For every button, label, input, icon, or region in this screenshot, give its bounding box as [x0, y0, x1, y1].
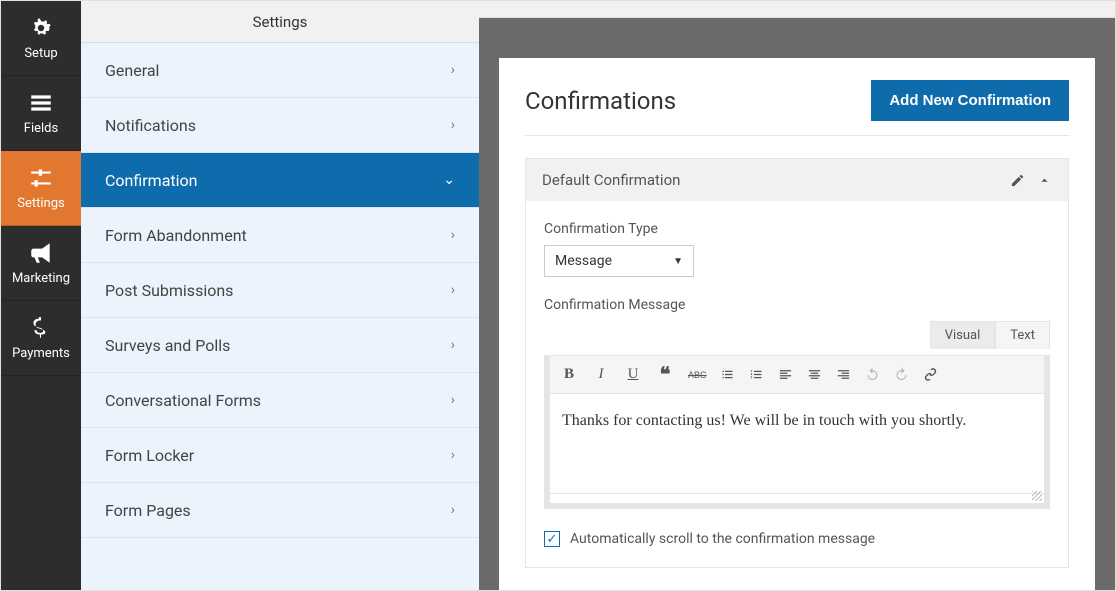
undo-icon[interactable] — [865, 367, 880, 382]
settings-list: General › Notifications › Confirmation ⌄ Fo… — [81, 43, 479, 590]
settings-item-post-submissions[interactable]: Post Submissions › — [81, 263, 479, 318]
chevron-up-icon[interactable] — [1037, 173, 1052, 188]
settings-item-label: Confirmation — [105, 171, 197, 190]
autoscroll-label: Automatically scroll to the confirmation… — [570, 531, 875, 547]
bullet-list-icon[interactable] — [720, 367, 735, 382]
editor-tabs: Visual Text — [544, 321, 1050, 349]
align-left-icon[interactable] — [778, 367, 793, 382]
redo-icon[interactable] — [894, 367, 909, 382]
accordion-body: Confirmation Type Message ▼ Confirmation… — [526, 201, 1068, 567]
settings-item-surveys-polls[interactable]: Surveys and Polls › — [81, 318, 479, 373]
canvas: Confirmations Add New Confirmation Defau… — [479, 18, 1115, 590]
underline-icon[interactable]: U — [624, 366, 642, 383]
topbar: Settings — [81, 1, 479, 43]
accordion-actions — [1010, 173, 1052, 188]
pencil-icon[interactable] — [1010, 173, 1025, 188]
resize-handle[interactable] — [549, 494, 1045, 504]
settings-item-notifications[interactable]: Notifications › — [81, 98, 479, 153]
app-root: Setup Fields Settings Marketing Payments… — [0, 0, 1116, 591]
settings-item-general[interactable]: General › — [81, 43, 479, 98]
nav-settings[interactable]: Settings — [1, 151, 81, 226]
settings-item-label: Form Pages — [105, 501, 191, 520]
select-value: Message — [555, 253, 612, 269]
editor-body[interactable]: Thanks for contacting us! We will be in … — [549, 394, 1045, 494]
panel-header: Confirmations Add New Confirmation — [525, 80, 1069, 136]
numbered-list-icon[interactable] — [749, 367, 764, 382]
caret-down-icon: ▼ — [673, 256, 683, 267]
chevron-right-icon: › — [451, 227, 455, 243]
nav-label: Setup — [24, 46, 57, 61]
nav-label: Marketing — [12, 271, 70, 286]
panel-title: Confirmations — [525, 87, 676, 115]
confirmation-accordion: Default Confirmation Confirmation Type M… — [525, 158, 1069, 568]
align-right-icon[interactable] — [836, 367, 851, 382]
settings-column: Settings General › Notifications › Confirm… — [81, 1, 479, 590]
settings-item-form-locker[interactable]: Form Locker › — [81, 428, 479, 483]
align-center-icon[interactable] — [807, 367, 822, 382]
editor-toolbar: B I U ❝ ABC — [549, 355, 1045, 394]
settings-item-form-pages[interactable]: Form Pages › — [81, 483, 479, 538]
autoscroll-row: ✓ Automatically scroll to the confirmati… — [544, 531, 1050, 547]
chevron-right-icon: › — [451, 62, 455, 78]
settings-item-label: Form Abandonment — [105, 226, 247, 245]
settings-item-label: Form Locker — [105, 446, 194, 465]
confirmation-type-select[interactable]: Message ▼ — [544, 245, 694, 277]
bold-icon[interactable]: B — [560, 366, 578, 383]
dollar-icon — [28, 315, 54, 341]
nav-label: Settings — [17, 196, 64, 211]
chevron-right-icon: › — [451, 337, 455, 353]
accordion-title: Default Confirmation — [542, 171, 680, 189]
chevron-right-icon: › — [451, 447, 455, 463]
confirmation-type-label: Confirmation Type — [544, 221, 1050, 237]
sliders-icon — [28, 165, 54, 191]
settings-item-conversational-forms[interactable]: Conversational Forms › — [81, 373, 479, 428]
rich-text-editor: B I U ❝ ABC — [544, 355, 1050, 509]
chevron-right-icon: › — [451, 502, 455, 518]
chevron-right-icon: › — [451, 117, 455, 133]
chevron-right-icon: › — [451, 282, 455, 298]
add-new-confirmation-button[interactable]: Add New Confirmation — [871, 80, 1069, 121]
chevron-down-icon: ⌄ — [443, 172, 455, 188]
strikethrough-icon[interactable]: ABC — [688, 370, 706, 380]
italic-icon[interactable]: I — [592, 366, 610, 383]
settings-item-label: Post Submissions — [105, 281, 233, 300]
settings-item-confirmation[interactable]: Confirmation ⌄ — [81, 153, 479, 208]
topbar-right — [479, 1, 1115, 18]
list-icon — [28, 90, 54, 116]
nav-rail: Setup Fields Settings Marketing Payments — [1, 1, 81, 590]
content-column: Confirmations Add New Confirmation Defau… — [479, 1, 1115, 590]
settings-item-label: Conversational Forms — [105, 391, 261, 410]
nav-marketing[interactable]: Marketing — [1, 226, 81, 301]
nav-label: Fields — [24, 121, 58, 136]
nav-label: Payments — [12, 346, 70, 361]
gear-icon — [28, 15, 54, 41]
nav-payments[interactable]: Payments — [1, 301, 81, 376]
tab-text[interactable]: Text — [995, 321, 1050, 349]
link-icon[interactable] — [923, 367, 938, 382]
confirmation-message-label: Confirmation Message — [544, 297, 1050, 313]
nav-fields[interactable]: Fields — [1, 76, 81, 151]
bullhorn-icon — [28, 240, 54, 266]
settings-item-label: Surveys and Polls — [105, 336, 230, 355]
topbar-title: Settings — [253, 13, 308, 31]
settings-item-label: General — [105, 61, 159, 80]
blockquote-icon[interactable]: ❝ — [656, 362, 674, 387]
accordion-header[interactable]: Default Confirmation — [526, 159, 1068, 201]
settings-item-form-abandonment[interactable]: Form Abandonment › — [81, 208, 479, 263]
autoscroll-checkbox[interactable]: ✓ — [544, 531, 560, 547]
nav-setup[interactable]: Setup — [1, 1, 81, 76]
confirmations-panel: Confirmations Add New Confirmation Defau… — [499, 58, 1095, 590]
tab-visual[interactable]: Visual — [930, 321, 996, 349]
settings-item-label: Notifications — [105, 116, 196, 135]
chevron-right-icon: › — [451, 392, 455, 408]
